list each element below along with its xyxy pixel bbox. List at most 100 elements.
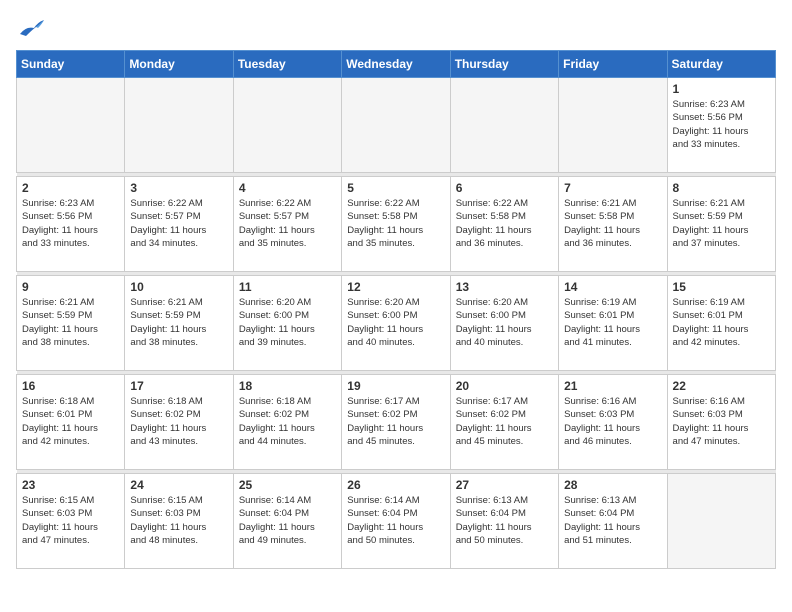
- day-info: Sunrise: 6:15 AMSunset: 6:03 PMDaylight:…: [22, 494, 119, 547]
- calendar-cell: 18Sunrise: 6:18 AMSunset: 6:02 PMDayligh…: [233, 375, 341, 470]
- calendar-table: SundayMondayTuesdayWednesdayThursdayFrid…: [16, 50, 776, 569]
- calendar-header-monday: Monday: [125, 51, 233, 78]
- day-info: Sunrise: 6:21 AMSunset: 5:59 PMDaylight:…: [130, 296, 227, 349]
- day-number: 13: [456, 280, 553, 294]
- calendar-cell: 1 Sunrise: 6:23 AMSunset: 5:56 PMDaylight…: [667, 78, 775, 173]
- day-info: Sunrise: 6:22 AMSunset: 5:57 PMDaylight:…: [130, 197, 227, 250]
- calendar-cell: [342, 78, 450, 173]
- day-info: Sunrise: 6:14 AMSunset: 6:04 PMDaylight:…: [239, 494, 336, 547]
- calendar-cell: 12 Sunrise: 6:20 AMSunset: 6:00 PMDayligh…: [342, 276, 450, 371]
- day-number: 24: [130, 478, 227, 492]
- calendar-cell: 8 Sunrise: 6:21 AMSunset: 5:59 PMDaylight…: [667, 177, 775, 272]
- day-number: 28: [564, 478, 661, 492]
- calendar-cell: [450, 78, 558, 173]
- day-info: Sunrise: 6:20 AMSunset: 6:00 PMDaylight:…: [347, 296, 444, 349]
- calendar-cell: 3 Sunrise: 6:22 AMSunset: 5:57 PMDaylight…: [125, 177, 233, 272]
- day-number: 19: [347, 379, 444, 393]
- calendar-cell: 4 Sunrise: 6:22 AMSunset: 5:57 PMDaylight…: [233, 177, 341, 272]
- day-number: 4: [239, 181, 336, 195]
- calendar-cell: 9 Sunrise: 6:21 AMSunset: 5:59 PMDaylight…: [17, 276, 125, 371]
- day-info: Sunrise: 6:20 AMSunset: 6:00 PMDaylight:…: [456, 296, 553, 349]
- day-number: 3: [130, 181, 227, 195]
- day-number: 6: [456, 181, 553, 195]
- calendar-week-0: 1 Sunrise: 6:23 AMSunset: 5:56 PMDaylight…: [17, 78, 776, 173]
- day-info: Sunrise: 6:13 AMSunset: 6:04 PMDaylight:…: [456, 494, 553, 547]
- day-info: Sunrise: 6:18 AMSunset: 6:02 PMDaylight:…: [130, 395, 227, 448]
- calendar-cell: 22Sunrise: 6:16 AMSunset: 6:03 PMDayligh…: [667, 375, 775, 470]
- calendar-cell: [125, 78, 233, 173]
- day-number: 27: [456, 478, 553, 492]
- calendar-header-friday: Friday: [559, 51, 667, 78]
- calendar-cell: 23Sunrise: 6:15 AMSunset: 6:03 PMDayligh…: [17, 474, 125, 569]
- calendar-week-4: 23Sunrise: 6:15 AMSunset: 6:03 PMDayligh…: [17, 474, 776, 569]
- calendar-week-1: 2 Sunrise: 6:23 AMSunset: 5:56 PMDaylight…: [17, 177, 776, 272]
- day-number: 26: [347, 478, 444, 492]
- calendar-cell: 27 Sunrise: 6:13 AMSunset: 6:04 PMDayligh…: [450, 474, 558, 569]
- day-info: Sunrise: 6:18 AMSunset: 6:01 PMDaylight:…: [22, 395, 119, 448]
- calendar-header-saturday: Saturday: [667, 51, 775, 78]
- day-number: 22: [673, 379, 770, 393]
- day-info: Sunrise: 6:22 AMSunset: 5:57 PMDaylight:…: [239, 197, 336, 250]
- day-number: 12: [347, 280, 444, 294]
- calendar-cell: [667, 474, 775, 569]
- day-number: 10: [130, 280, 227, 294]
- calendar-cell: 6 Sunrise: 6:22 AMSunset: 5:58 PMDaylight…: [450, 177, 558, 272]
- calendar-header-sunday: Sunday: [17, 51, 125, 78]
- calendar-header-wednesday: Wednesday: [342, 51, 450, 78]
- calendar-cell: 7 Sunrise: 6:21 AMSunset: 5:58 PMDaylight…: [559, 177, 667, 272]
- calendar-cell: [559, 78, 667, 173]
- calendar-cell: 10 Sunrise: 6:21 AMSunset: 5:59 PMDayligh…: [125, 276, 233, 371]
- day-info: Sunrise: 6:23 AMSunset: 5:56 PMDaylight:…: [22, 197, 119, 250]
- day-info: Sunrise: 6:17 AMSunset: 6:02 PMDaylight:…: [347, 395, 444, 448]
- calendar-cell: 21Sunrise: 6:16 AMSunset: 6:03 PMDayligh…: [559, 375, 667, 470]
- calendar-cell: 19 Sunrise: 6:17 AMSunset: 6:02 PMDayligh…: [342, 375, 450, 470]
- day-number: 2: [22, 181, 119, 195]
- day-info: Sunrise: 6:22 AMSunset: 5:58 PMDaylight:…: [347, 197, 444, 250]
- day-info: Sunrise: 6:23 AMSunset: 5:56 PMDaylight:…: [673, 98, 770, 151]
- day-number: 1: [673, 82, 770, 96]
- day-info: Sunrise: 6:18 AMSunset: 6:02 PMDaylight:…: [239, 395, 336, 448]
- day-info: Sunrise: 6:19 AMSunset: 6:01 PMDaylight:…: [673, 296, 770, 349]
- day-info: Sunrise: 6:21 AMSunset: 5:59 PMDaylight:…: [673, 197, 770, 250]
- calendar-cell: [233, 78, 341, 173]
- day-number: 11: [239, 280, 336, 294]
- calendar-cell: 24Sunrise: 6:15 AMSunset: 6:03 PMDayligh…: [125, 474, 233, 569]
- day-info: Sunrise: 6:17 AMSunset: 6:02 PMDaylight:…: [456, 395, 553, 448]
- calendar-cell: [17, 78, 125, 173]
- calendar-header-thursday: Thursday: [450, 51, 558, 78]
- calendar-week-3: 16 Sunrise: 6:18 AMSunset: 6:01 PMDayligh…: [17, 375, 776, 470]
- day-info: Sunrise: 6:22 AMSunset: 5:58 PMDaylight:…: [456, 197, 553, 250]
- page-header: [16, 16, 776, 38]
- calendar-cell: 25 Sunrise: 6:14 AMSunset: 6:04 PMDayligh…: [233, 474, 341, 569]
- calendar-cell: 16 Sunrise: 6:18 AMSunset: 6:01 PMDayligh…: [17, 375, 125, 470]
- calendar-cell: 14 Sunrise: 6:19 AMSunset: 6:01 PMDayligh…: [559, 276, 667, 371]
- calendar-cell: 11 Sunrise: 6:20 AMSunset: 6:00 PMDayligh…: [233, 276, 341, 371]
- day-number: 21: [564, 379, 661, 393]
- day-number: 5: [347, 181, 444, 195]
- day-number: 14: [564, 280, 661, 294]
- day-info: Sunrise: 6:21 AMSunset: 5:59 PMDaylight:…: [22, 296, 119, 349]
- calendar-cell: 28Sunrise: 6:13 AMSunset: 6:04 PMDayligh…: [559, 474, 667, 569]
- day-info: Sunrise: 6:14 AMSunset: 6:04 PMDaylight:…: [347, 494, 444, 547]
- day-info: Sunrise: 6:21 AMSunset: 5:58 PMDaylight:…: [564, 197, 661, 250]
- day-number: 9: [22, 280, 119, 294]
- day-info: Sunrise: 6:19 AMSunset: 6:01 PMDaylight:…: [564, 296, 661, 349]
- calendar-cell: 20 Sunrise: 6:17 AMSunset: 6:02 PMDayligh…: [450, 375, 558, 470]
- calendar-body: 1 Sunrise: 6:23 AMSunset: 5:56 PMDaylight…: [17, 78, 776, 569]
- calendar-header-tuesday: Tuesday: [233, 51, 341, 78]
- calendar-cell: 15 Sunrise: 6:19 AMSunset: 6:01 PMDayligh…: [667, 276, 775, 371]
- day-number: 20: [456, 379, 553, 393]
- day-number: 7: [564, 181, 661, 195]
- day-number: 8: [673, 181, 770, 195]
- day-number: 16: [22, 379, 119, 393]
- day-info: Sunrise: 6:20 AMSunset: 6:00 PMDaylight:…: [239, 296, 336, 349]
- calendar-cell: 2 Sunrise: 6:23 AMSunset: 5:56 PMDaylight…: [17, 177, 125, 272]
- day-number: 25: [239, 478, 336, 492]
- calendar-cell: 5 Sunrise: 6:22 AMSunset: 5:58 PMDaylight…: [342, 177, 450, 272]
- calendar-cell: 26 Sunrise: 6:14 AMSunset: 6:04 PMDayligh…: [342, 474, 450, 569]
- calendar-header-row: SundayMondayTuesdayWednesdayThursdayFrid…: [17, 51, 776, 78]
- logo: [16, 16, 46, 38]
- calendar-cell: 13 Sunrise: 6:20 AMSunset: 6:00 PMDayligh…: [450, 276, 558, 371]
- day-number: 17: [130, 379, 227, 393]
- day-number: 15: [673, 280, 770, 294]
